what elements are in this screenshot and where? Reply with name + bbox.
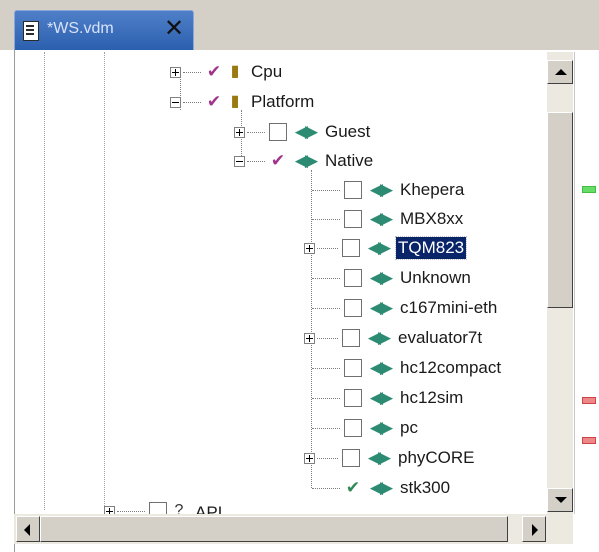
tree-node-hc12compact[interactable]: ◀▶ hc12compact: [312, 354, 503, 382]
expand-icon[interactable]: [304, 332, 315, 344]
scroll-down-button[interactable]: [547, 488, 573, 512]
tree-node-label: Guest: [325, 122, 371, 141]
arrow-up-icon: [555, 69, 567, 75]
connector-icon: ◀▶: [369, 358, 393, 377]
tree-node-phycore[interactable]: ◀▶ phyCORE: [304, 444, 477, 472]
horizontal-scroll-thumb[interactable]: [40, 516, 508, 542]
tree-node-label: pc: [400, 418, 418, 437]
tree-node-native[interactable]: ✔ ◀▶ Native: [234, 147, 375, 175]
check-mark-icon[interactable]: ✔: [205, 63, 223, 81]
lightbulb-icon: ▮: [230, 63, 240, 80]
checkbox[interactable]: [344, 269, 362, 287]
overview-marker[interactable]: [582, 186, 596, 193]
checkbox[interactable]: [344, 210, 362, 228]
connector-icon: ◀▶: [369, 268, 393, 287]
overview-ruler[interactable]: [574, 52, 599, 514]
checkbox[interactable]: [342, 449, 360, 467]
scroll-right-button[interactable]: [522, 516, 546, 542]
collapse-icon[interactable]: [234, 155, 245, 167]
expand-icon[interactable]: [170, 66, 181, 78]
collapse-icon[interactable]: [170, 96, 181, 108]
connector-icon: ◀▶: [367, 328, 391, 347]
tree-node-label: stk300: [400, 478, 451, 497]
tree-node-cpu[interactable]: ✔ ▮ Cpu: [170, 58, 284, 86]
checkbox[interactable]: [344, 299, 362, 317]
tree-node-unknown[interactable]: ◀▶ Unknown: [312, 264, 473, 292]
tree-guide-line: [104, 52, 105, 510]
arrow-right-icon: [532, 524, 538, 536]
lightbulb-icon: ▮: [230, 93, 240, 110]
tree-node-c167mini-eth[interactable]: ◀▶ c167mini-eth: [312, 294, 499, 322]
connector-icon: ◀▶: [369, 418, 393, 437]
tree-guide-line: [44, 52, 45, 510]
tree-node-label: hc12sim: [400, 388, 464, 407]
tree-node-label-selected: TQM823: [394, 236, 468, 260]
expand-icon[interactable]: [234, 126, 245, 138]
tree-node-label: Native: [325, 151, 374, 170]
connector-icon: ◀▶: [369, 209, 393, 228]
checkbox[interactable]: [344, 359, 362, 377]
connector-icon: ◀▶: [294, 122, 318, 141]
overview-marker[interactable]: [582, 437, 596, 444]
check-mark-icon[interactable]: ✔: [344, 479, 362, 497]
connector-icon: ◀▶: [369, 180, 393, 199]
check-mark-icon[interactable]: ✔: [269, 152, 287, 170]
scroll-left-button[interactable]: [16, 516, 40, 542]
tab-title: *WS.vdm: [47, 20, 114, 37]
horizontal-scrollbar[interactable]: [14, 514, 573, 544]
tree-node-pc[interactable]: ◀▶ pc: [312, 414, 420, 442]
checkbox[interactable]: [344, 389, 362, 407]
tree-node-label: Unknown: [400, 268, 471, 287]
checkbox[interactable]: [344, 419, 362, 437]
arrow-left-icon: [24, 524, 30, 536]
vertical-scroll-thumb[interactable]: [547, 112, 573, 308]
overview-marker[interactable]: [582, 397, 596, 404]
tree-node-mbx8xx[interactable]: ◀▶ MBX8xx: [312, 205, 465, 233]
scroll-up-button[interactable]: [547, 60, 573, 84]
tree-node-khepera[interactable]: ◀▶ Khepera: [312, 176, 466, 204]
tree-node-tqm823[interactable]: ◀▶ TQM823: [304, 234, 468, 262]
document-icon: [23, 21, 39, 41]
checkbox[interactable]: [344, 181, 362, 199]
arrow-down-icon: [555, 497, 567, 503]
checkbox[interactable]: [269, 123, 287, 141]
tree-node-stk300[interactable]: ✔ ◀▶ stk300: [312, 474, 452, 502]
tree-node-label: Platform: [251, 92, 315, 111]
connector-icon: ◀▶: [367, 238, 391, 257]
tree-node-guest[interactable]: ◀▶ Guest: [234, 118, 372, 146]
close-icon[interactable]: ✕: [161, 16, 187, 42]
expand-icon[interactable]: [304, 242, 315, 254]
tree-node-label: evaluator7t: [398, 328, 483, 347]
tree-node-platform[interactable]: ✔ ▮ Platform: [170, 88, 316, 116]
tree-node-label: Cpu: [251, 62, 283, 81]
connector-icon: ◀▶: [367, 448, 391, 467]
expand-icon[interactable]: [304, 452, 315, 464]
tree-node-hc12sim[interactable]: ◀▶ hc12sim: [312, 384, 465, 412]
connector-icon: ◀▶: [369, 298, 393, 317]
tree-node-label: hc12compact: [400, 358, 502, 377]
tree-node-label: Khepera: [400, 180, 465, 199]
tree-node-label: MBX8xx: [400, 209, 464, 228]
connector-icon: ◀▶: [294, 151, 318, 170]
connector-icon: ◀▶: [369, 388, 393, 407]
tree-node-label: c167mini-eth: [400, 298, 498, 317]
tab-ws-vdm[interactable]: *WS.vdm ✕: [14, 10, 194, 51]
check-mark-icon[interactable]: ✔: [205, 93, 223, 111]
checkbox[interactable]: [342, 329, 360, 347]
editor-tab-strip: *WS.vdm ✕: [0, 0, 599, 51]
vertical-scrollbar[interactable]: [547, 52, 573, 514]
checkbox[interactable]: [342, 239, 360, 257]
connector-icon: ◀▶: [369, 478, 393, 497]
tree-node-label: phyCORE: [398, 448, 475, 467]
tree-node-evaluator7t[interactable]: ◀▶ evaluator7t: [304, 324, 484, 352]
